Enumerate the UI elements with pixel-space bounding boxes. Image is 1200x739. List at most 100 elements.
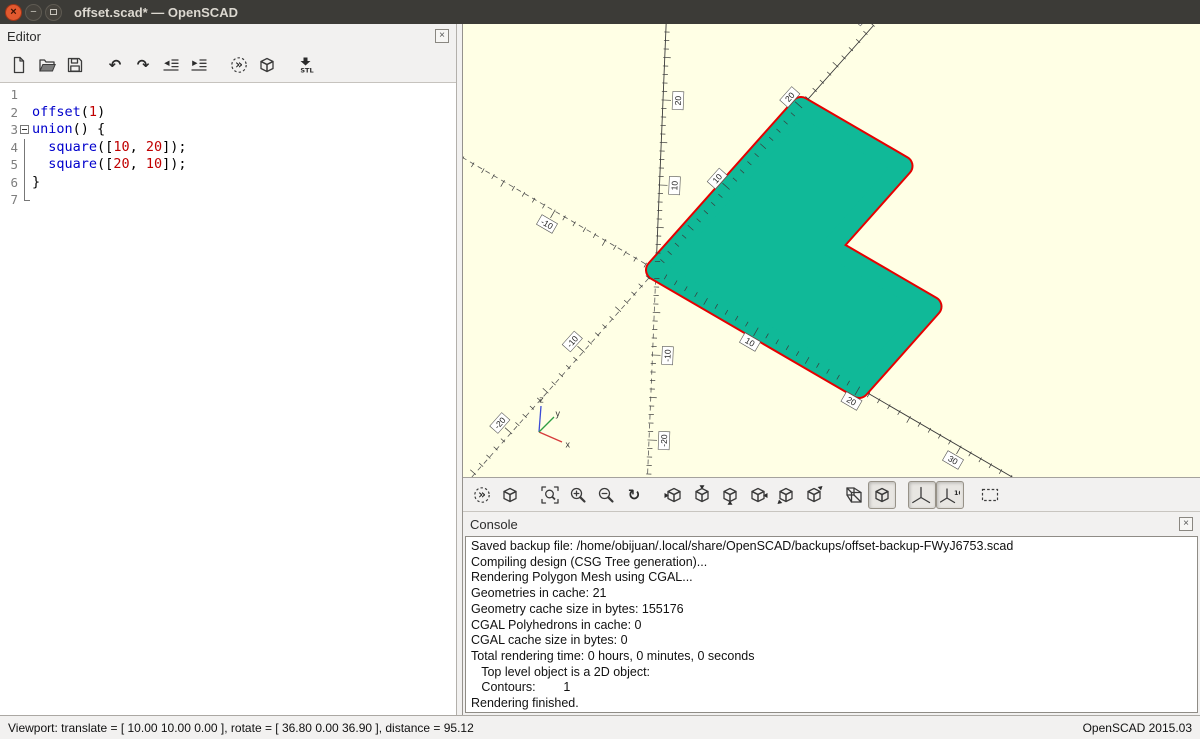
view-left-button[interactable] bbox=[744, 481, 772, 509]
open-file-button[interactable] bbox=[33, 51, 61, 79]
console-line: Geometries in cache: 21 bbox=[471, 586, 1192, 602]
editor-panel: Editor × ↶ ↷ » STL 12 offset(1) 3 union() {4 s… bbox=[0, 24, 457, 715]
editor-close-button[interactable]: × bbox=[435, 29, 449, 43]
console-panel-header: Console × bbox=[463, 512, 1200, 536]
view-all-button[interactable] bbox=[976, 481, 1004, 509]
toolbar-separator bbox=[964, 478, 976, 511]
new-file-button[interactable] bbox=[5, 51, 33, 79]
svg-text:-20: -20 bbox=[659, 434, 670, 447]
view-back-button[interactable] bbox=[800, 481, 828, 509]
save-file-button[interactable] bbox=[61, 51, 89, 79]
fold-collapse-icon[interactable] bbox=[20, 125, 29, 134]
axis-scale-label: 20 bbox=[672, 91, 684, 109]
svg-text:↻: ↻ bbox=[628, 486, 641, 504]
orthogonal-button[interactable] bbox=[868, 481, 896, 509]
editor-toolbar: ↶ ↷ » STL bbox=[0, 48, 456, 82]
fold-marker bbox=[18, 139, 32, 157]
fold-column bbox=[18, 104, 32, 122]
code-line-text: union() { bbox=[32, 121, 456, 139]
zoom-out-button[interactable] bbox=[592, 481, 620, 509]
export-stl-button[interactable]: STL bbox=[293, 51, 321, 79]
undo-button[interactable]: ↶ bbox=[101, 51, 129, 79]
unindent-icon bbox=[161, 55, 181, 75]
code-line: 3 union() { bbox=[0, 121, 456, 139]
export-stl-icon: STL bbox=[297, 55, 317, 75]
openscad-window: × − offset.scad* — OpenSCAD Editor × ↶↷»… bbox=[0, 0, 1200, 739]
console-output[interactable]: Saved backup file: /home/obijuan/.local/… bbox=[465, 536, 1198, 713]
statusbar: Viewport: translate = [ 10.00 10.00 0.00… bbox=[0, 715, 1200, 739]
orthogonal-icon bbox=[872, 485, 892, 505]
render-button[interactable] bbox=[253, 51, 281, 79]
redo-icon: ↷ bbox=[133, 55, 153, 75]
code-editor[interactable]: 12 offset(1) 3 union() {4 square([10, 20]);… bbox=[0, 82, 456, 715]
view-front-button[interactable] bbox=[772, 481, 800, 509]
line-number: 1 bbox=[0, 86, 18, 104]
line-number: 3 bbox=[0, 121, 18, 139]
toolbar-separator bbox=[281, 48, 293, 82]
reset-view-icon: ↻ bbox=[624, 485, 644, 505]
view-back-icon bbox=[804, 485, 824, 505]
undo-icon: ↶ bbox=[105, 55, 125, 75]
view-toolbar: » ↻ 10 bbox=[463, 478, 1200, 512]
svg-text:↶: ↶ bbox=[109, 56, 122, 74]
svg-text:STL: STL bbox=[300, 67, 313, 75]
render-button[interactable] bbox=[496, 481, 524, 509]
svg-text:10: 10 bbox=[954, 489, 960, 497]
indent-icon bbox=[189, 55, 209, 75]
render-icon bbox=[257, 55, 277, 75]
preview-icon: » bbox=[229, 55, 249, 75]
code-line: 5 square([20, 10]); bbox=[0, 156, 456, 174]
close-window-button[interactable]: × bbox=[5, 4, 22, 21]
viewport-3d[interactable]: -20-10102030-20-10102030-20-101020zxy bbox=[463, 24, 1200, 478]
perspective-button[interactable] bbox=[840, 481, 868, 509]
view-front-icon bbox=[776, 485, 796, 505]
zoom-in-button[interactable] bbox=[564, 481, 592, 509]
fold-column bbox=[18, 86, 32, 104]
toolbar-separator bbox=[648, 478, 660, 511]
show-scale-markers-button[interactable]: 10 bbox=[936, 481, 964, 509]
indent-button[interactable] bbox=[185, 51, 213, 79]
show-scale-markers-icon: 10 bbox=[940, 485, 960, 505]
view-right-button[interactable] bbox=[660, 481, 688, 509]
zoom-in-icon bbox=[568, 485, 588, 505]
view-bottom-button[interactable] bbox=[716, 481, 744, 509]
zoom-all-button[interactable] bbox=[536, 481, 564, 509]
code-line-text: square([10, 20]); bbox=[32, 139, 456, 157]
redo-button[interactable]: ↷ bbox=[129, 51, 157, 79]
show-axes-button[interactable] bbox=[908, 481, 936, 509]
fold-marker[interactable] bbox=[18, 121, 32, 139]
unindent-button[interactable] bbox=[157, 51, 185, 79]
console-line: Saved backup file: /home/obijuan/.local/… bbox=[471, 539, 1192, 555]
new-file-icon bbox=[9, 55, 29, 75]
console-line: Contours: 1 bbox=[471, 680, 1192, 696]
code-line: 4 square([10, 20]); bbox=[0, 139, 456, 157]
svg-text:10: 10 bbox=[669, 180, 679, 190]
svg-text:»: » bbox=[478, 487, 486, 501]
editor-panel-header: Editor × bbox=[0, 24, 456, 48]
toolbar-separator bbox=[896, 478, 908, 511]
view-top-icon bbox=[692, 485, 712, 505]
editor-panel-title: Editor bbox=[7, 29, 435, 44]
line-number: 2 bbox=[0, 104, 18, 122]
svg-text:x: x bbox=[566, 440, 571, 450]
console-line: Rendering finished. bbox=[471, 696, 1192, 712]
maximize-window-button[interactable] bbox=[45, 4, 62, 21]
reset-view-button[interactable]: ↻ bbox=[620, 481, 648, 509]
svg-text:20: 20 bbox=[673, 95, 683, 105]
preview-button[interactable]: » bbox=[468, 481, 496, 509]
line-number: 7 bbox=[0, 191, 18, 209]
console-line: Compiling design (CSG Tree generation)..… bbox=[471, 555, 1192, 571]
line-number: 6 bbox=[0, 174, 18, 192]
console-line: Geometry cache size in bytes: 155176 bbox=[471, 602, 1192, 618]
minimize-window-button[interactable]: − bbox=[25, 4, 42, 21]
viewport-canvas[interactable]: -20-10102030-20-10102030-20-101020zxy bbox=[463, 24, 1200, 478]
axis-scale-label: 10 bbox=[669, 176, 681, 194]
console-line: CGAL Polyhedrons in cache: 0 bbox=[471, 618, 1192, 634]
axis-scale-label: -10 bbox=[662, 346, 674, 364]
preview-button[interactable]: » bbox=[225, 51, 253, 79]
view-top-button[interactable] bbox=[688, 481, 716, 509]
line-number: 5 bbox=[0, 156, 18, 174]
console-close-button[interactable]: × bbox=[1179, 517, 1193, 531]
code-line: 7 bbox=[0, 191, 456, 209]
code-line-text: offset(1) bbox=[32, 104, 456, 122]
